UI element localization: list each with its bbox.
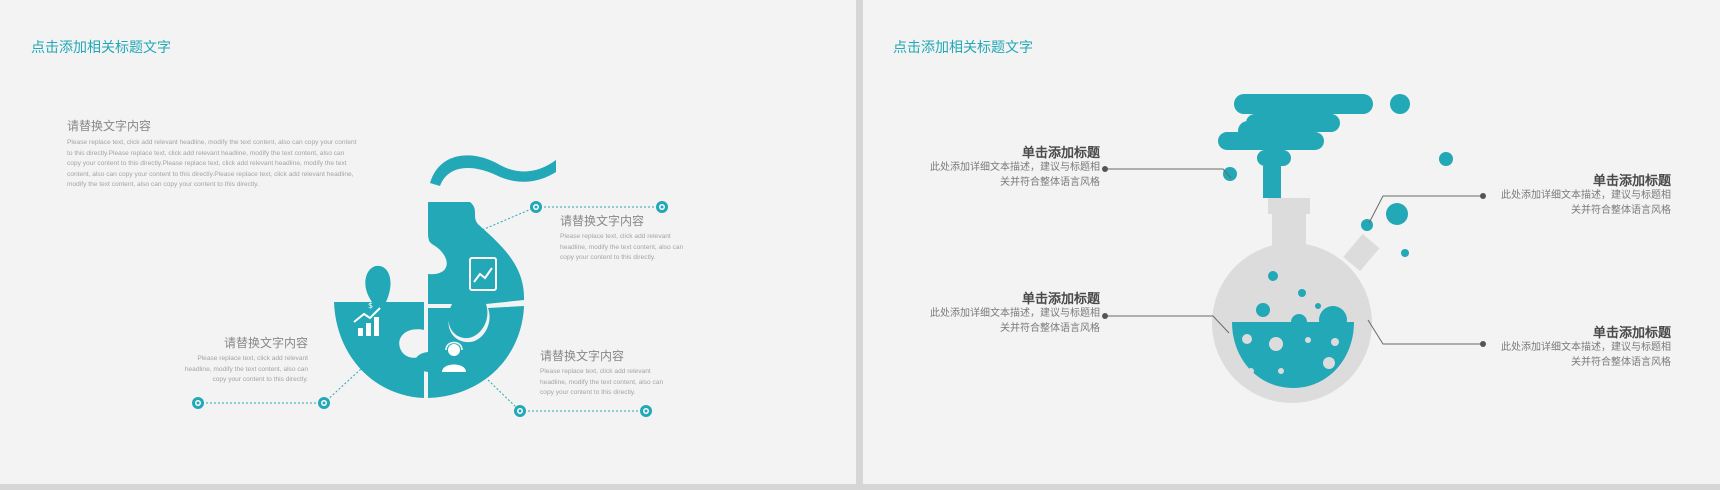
bottom-left-body[interactable]: Please replace text, click add relevant … xyxy=(170,354,308,386)
top-left-heading[interactable]: 请替换文字内容 xyxy=(67,117,151,134)
puzzle-illustration: $ xyxy=(192,155,668,417)
top-left-body[interactable]: Please replace text, click add relevant … xyxy=(67,138,357,191)
callout-desc-bottom-right[interactable]: 此处添加详细文本描述，建议与标题相关并符合整体语言风格 xyxy=(1496,340,1671,370)
callout-title-top-left[interactable]: 单击添加标题 xyxy=(960,142,1100,161)
callout-title-top-right[interactable]: 单击添加标题 xyxy=(1531,170,1671,189)
callout-desc-top-right[interactable]: 此处添加详细文本描述，建议与标题相关并符合整体语言风格 xyxy=(1496,188,1671,218)
bottom-right-body[interactable]: Please replace text, click add relevant … xyxy=(540,367,675,399)
top-right-heading[interactable]: 请替换文字内容 xyxy=(560,212,644,229)
callout-title-bottom-right[interactable]: 单击添加标题 xyxy=(1531,322,1671,341)
flask-illustration xyxy=(1102,94,1486,403)
top-right-body[interactable]: Please replace text, click add relevant … xyxy=(560,232,695,264)
slide-puzzle: 点击添加相关标题文字 $ 请替换文字内容 Please replace text… xyxy=(0,0,856,484)
callout-desc-bottom-left[interactable]: 此处添加详细文本描述，建议与标题相关并符合整体语言风格 xyxy=(925,306,1100,336)
bottom-right-heading[interactable]: 请替换文字内容 xyxy=(540,347,624,364)
svg-text:$: $ xyxy=(368,301,373,310)
bottom-left-heading[interactable]: 请替换文字内容 xyxy=(170,334,308,351)
slide-flask: 点击添加相关标题文字 单击添加标题 此处添加详细文本描述，建议与标题相关并符合整… xyxy=(863,0,1720,484)
callout-desc-top-left[interactable]: 此处添加详细文本描述，建议与标题相关并符合整体语言风格 xyxy=(925,160,1100,190)
callout-title-bottom-left[interactable]: 单击添加标题 xyxy=(960,288,1100,307)
